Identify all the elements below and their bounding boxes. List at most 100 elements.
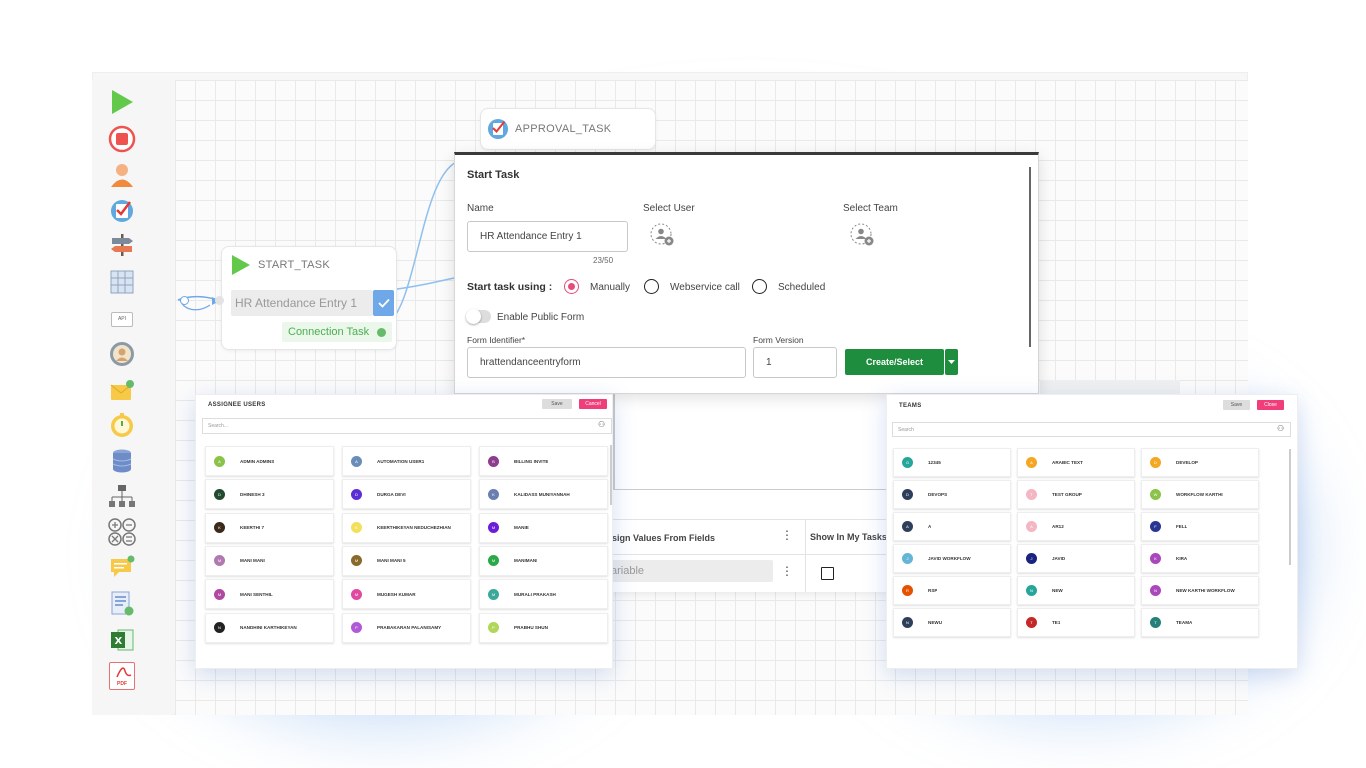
team-name: FELL (1176, 524, 1188, 529)
user-card[interactable]: D DHINESH 3 (205, 479, 334, 510)
team-card[interactable]: A AR12 (1017, 512, 1135, 541)
radio-scheduled[interactable] (752, 279, 767, 294)
col-assign-values: ssign Values From Fields (607, 533, 716, 543)
col-show-in-tasks: Show In My Tasks (810, 532, 887, 542)
user-name: KEERTHIKEYAN NEDUCHEZHIAN (377, 525, 451, 531)
avatar: A (902, 521, 913, 532)
more-icon[interactable]: ⋮ (781, 528, 793, 542)
team-card[interactable]: T TEST GROUP (1017, 480, 1135, 509)
variable-field[interactable]: ariable (605, 560, 773, 582)
avatar: D (351, 488, 362, 500)
avatar: A (1026, 457, 1037, 468)
start-task-node[interactable]: START_TASK HR Attendance Entry 1 Connect… (221, 246, 397, 350)
teams-title: TEAMS (899, 403, 922, 409)
close-button[interactable]: Close (1257, 400, 1284, 410)
user-card[interactable]: A AUTOMATION USER1 (342, 446, 471, 476)
create-select-button[interactable]: Create/Select (845, 349, 944, 375)
radio-manually[interactable] (564, 279, 579, 294)
name-input[interactable]: HR Attendance Entry 1 (467, 221, 628, 252)
name-char-count: 23/50 (593, 256, 614, 265)
avatar: K (214, 522, 225, 534)
team-card[interactable]: K KIRA (1141, 544, 1259, 573)
add-user-icon[interactable] (650, 223, 676, 254)
connection-task-label[interactable]: Connection Task (282, 322, 392, 342)
user-card[interactable]: P PRABAKARAN PALANISAMY (342, 612, 471, 643)
user-card[interactable]: M MANI MANI (205, 545, 334, 576)
user-card[interactable]: K KALIDASS MUNIYANNAH (479, 479, 608, 510)
team-card[interactable]: J JAVID (1017, 544, 1135, 573)
team-name: AR12 (1052, 524, 1064, 529)
start-form-field[interactable]: HR Attendance Entry 1 (231, 290, 373, 316)
team-card[interactable]: D DEVELOP (1141, 448, 1259, 477)
form-version-input[interactable]: 1 (753, 347, 837, 378)
input-port-2[interactable] (215, 296, 224, 305)
scroll-bar[interactable] (613, 394, 615, 490)
team-card[interactable]: N NEW (1017, 576, 1135, 605)
cancel-button[interactable]: Cancel (579, 399, 607, 409)
form-identifier-input[interactable]: hrattendanceentryform (467, 347, 746, 378)
approval-task-node[interactable]: APPROVAL_TASK (480, 108, 656, 150)
row-border (605, 554, 905, 555)
team-card[interactable]: F FELL (1141, 512, 1259, 541)
team-card[interactable]: AA (893, 512, 1011, 541)
user-name: MANIE (514, 525, 529, 531)
user-card[interactable]: M MANI SENTHIL (205, 579, 334, 610)
team-card[interactable]: J JAVID WORKFLOW (893, 544, 1011, 573)
assignee-title: ASSIGNEE USERS (208, 402, 266, 408)
team-name: DEVOPS (928, 492, 948, 497)
input-port[interactable] (180, 296, 189, 305)
team-card[interactable]: T TEAMA (1141, 608, 1259, 637)
chevron-down-icon (948, 359, 955, 364)
radio-webservice[interactable] (644, 279, 659, 294)
dialog-scrollbar[interactable] (1029, 167, 1031, 347)
avatar: G (902, 457, 913, 468)
avatar: A (1026, 521, 1037, 532)
avatar: T (1150, 617, 1161, 628)
team-card[interactable]: N NEW KARTHI WORKFLOW (1141, 576, 1259, 605)
user-card[interactable]: D DURGA DEVI (342, 479, 471, 510)
user-card[interactable]: K KEERTHIKEYAN NEDUCHEZHIAN (342, 512, 471, 543)
team-card[interactable]: R RSP (893, 576, 1011, 605)
save-button[interactable]: Save (542, 399, 572, 409)
user-card[interactable]: P PRABHU SHUN (479, 612, 608, 643)
save-button[interactable]: Save (1223, 400, 1250, 410)
user-card[interactable]: M MANI MANI 5 (342, 545, 471, 576)
avatar: T (1026, 617, 1037, 628)
team-card[interactable]: G 12345 (893, 448, 1011, 477)
option-scheduled-label: Scheduled (778, 282, 826, 293)
teams-search-input[interactable]: Search (892, 422, 1291, 437)
user-card[interactable]: N NANDHINI KARTHIKEYAN (205, 612, 334, 643)
play-icon (230, 254, 252, 281)
more-icon[interactable]: ⋮ (781, 564, 793, 578)
show-in-tasks-checkbox[interactable] (821, 567, 834, 580)
user-card[interactable]: M MURALI PRAKASH (479, 579, 608, 610)
team-card[interactable]: A ARABIC TEXT (1017, 448, 1135, 477)
avatar: M (214, 588, 225, 600)
team-card[interactable]: N NEWU (893, 608, 1011, 637)
user-card[interactable]: B BILLING INVITE (479, 446, 608, 476)
column-divider (805, 519, 806, 592)
team-card[interactable]: T TE1 (1017, 608, 1135, 637)
assignee-search-input[interactable]: Search... (202, 418, 612, 434)
teams-scrollbar[interactable] (1289, 449, 1291, 565)
team-name: RSP (928, 588, 938, 593)
connection-dot[interactable] (377, 327, 387, 337)
user-card[interactable]: M MUGESH KUMAR (342, 579, 471, 610)
avatar: P (351, 622, 362, 633)
team-card[interactable]: D DEVOPS (893, 480, 1011, 509)
team-card[interactable]: W WORKFLOW KARTHI (1141, 480, 1259, 509)
check-icon[interactable] (373, 290, 394, 316)
user-name: MANI MANI 5 (377, 558, 406, 564)
user-card[interactable]: M MANIE (479, 512, 608, 543)
user-name: BILLING INVITE (514, 458, 549, 464)
team-name: TEAMA (1176, 620, 1193, 625)
assignee-users-panel: ASSIGNEE USERS Save Cancel Search... ⚇ A… (195, 394, 613, 669)
create-dropdown-toggle[interactable] (945, 349, 958, 375)
user-card[interactable]: A ADMIN ADMINS (205, 446, 334, 476)
add-team-icon[interactable] (850, 223, 876, 254)
assignee-scrollbar[interactable] (610, 445, 612, 505)
public-form-toggle[interactable] (466, 309, 491, 324)
user-card[interactable]: K KEERTHI 7 (205, 512, 334, 543)
user-name: ADMIN ADMINS (240, 458, 275, 464)
user-card[interactable]: M MANIMANI (479, 545, 608, 576)
